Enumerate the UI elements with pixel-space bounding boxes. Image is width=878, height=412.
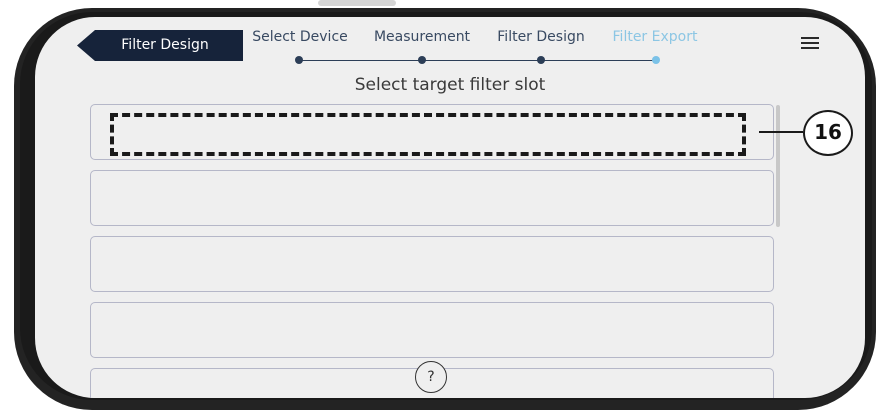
step-filter-design[interactable]: Filter Design [481,27,601,47]
filter-slot-4[interactable] [90,302,774,358]
stepper-line [298,60,658,61]
progress-stepper: Select Device Measurement Filter Design … [250,27,710,67]
annotation-callout-badge: 16 [803,110,853,156]
step-dot [537,56,545,64]
annotation-highlight-box [110,113,746,156]
step-label: Filter Export [612,29,698,45]
step-dot-active [652,56,660,64]
step-label: Filter Design [497,29,585,45]
step-label: Measurement [373,29,471,45]
filter-slot-2[interactable] [90,170,774,226]
hamburger-menu-icon[interactable] [801,37,819,51]
annotation-callout-line [759,131,803,133]
step-label: Select Device [252,29,348,45]
slot-list-scrollbar[interactable] [776,105,780,227]
device-side-button [318,0,396,6]
step-filter-export[interactable]: Filter Export [595,27,715,47]
page-title: Select target filter slot [354,75,546,95]
step-dot [295,56,303,64]
app-screen: Filter Design Select Device Measurement … [35,17,865,398]
step-measurement[interactable]: Measurement [362,27,482,47]
filter-slot-3[interactable] [90,236,774,292]
help-button[interactable]: ? [415,361,447,393]
step-dot [418,56,426,64]
step-select-device[interactable]: Select Device [240,27,360,47]
back-nav-label[interactable]: Filter Design [77,30,243,61]
